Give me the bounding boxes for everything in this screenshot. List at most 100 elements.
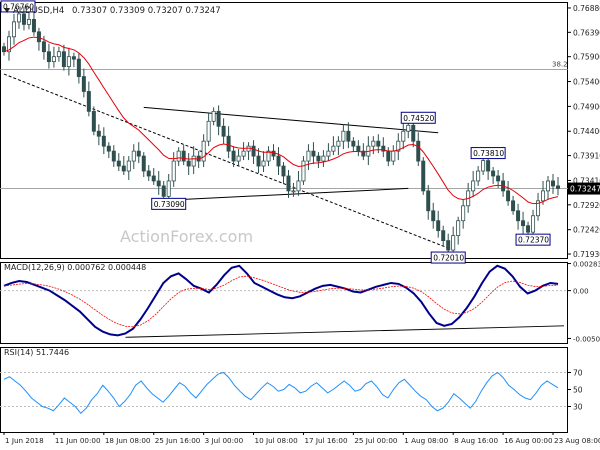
candle-body bbox=[146, 170, 151, 177]
x-tick-label: 23 Aug 08:00 bbox=[554, 436, 600, 445]
candle-body bbox=[461, 205, 466, 222]
current-price-label: 0.73247 bbox=[570, 185, 600, 194]
candle-body bbox=[421, 160, 426, 192]
candle-body bbox=[181, 150, 186, 162]
candle-body bbox=[121, 165, 126, 172]
price-y-tick-label: 0.76880 bbox=[573, 4, 600, 13]
candle-body bbox=[411, 124, 416, 142]
candle-body bbox=[306, 150, 311, 162]
candle-body bbox=[496, 175, 501, 182]
x-tick-label: 25 Jun 16:00 bbox=[155, 436, 201, 445]
symbol-label: AUDUSD,H4 bbox=[13, 6, 64, 16]
price-y-tick-label: 0.74400 bbox=[573, 127, 600, 136]
candle-body bbox=[161, 185, 166, 197]
macd-y-tick-label: 0.002839 bbox=[573, 261, 600, 269]
rsi-y-tick-label: 50 bbox=[573, 386, 583, 395]
candle-body bbox=[331, 145, 336, 152]
x-tick-label: 11 Jun 00:00 bbox=[55, 436, 101, 445]
x-tick-label: 8 Aug 16:00 bbox=[454, 436, 498, 445]
candle-body bbox=[226, 135, 231, 152]
candle-body bbox=[511, 200, 516, 212]
candle-body bbox=[66, 56, 71, 68]
rsi-y-tick-label: 70 bbox=[573, 369, 583, 378]
candle-body bbox=[341, 130, 346, 142]
candle-body bbox=[36, 31, 41, 43]
candle-body bbox=[416, 140, 421, 162]
candle-body bbox=[256, 155, 261, 167]
candle-body bbox=[301, 160, 306, 182]
candle-body bbox=[71, 56, 76, 60]
candle-body bbox=[251, 145, 256, 157]
candle-body bbox=[46, 51, 51, 63]
candle-body bbox=[471, 180, 476, 192]
candle-body bbox=[186, 160, 191, 167]
candle-body bbox=[271, 150, 276, 157]
candle-body bbox=[531, 215, 536, 233]
candle-body bbox=[491, 170, 496, 177]
candle-body bbox=[486, 160, 491, 172]
price-y-tick-label: 0.76390 bbox=[573, 28, 600, 37]
candle-body bbox=[516, 210, 521, 222]
candle-body bbox=[451, 235, 456, 251]
price-y-tick-label: 0.72920 bbox=[573, 201, 600, 210]
candle-body bbox=[176, 150, 181, 162]
candle-body bbox=[321, 155, 326, 162]
candle-body bbox=[126, 160, 131, 172]
candle-body bbox=[521, 220, 526, 227]
candle-body bbox=[286, 175, 291, 192]
candle-body bbox=[481, 160, 486, 172]
candle-body bbox=[221, 125, 226, 137]
price-annotation-label: 0.72010 bbox=[433, 254, 464, 263]
price-y-tick-label: 0.74900 bbox=[573, 102, 600, 111]
candle-body bbox=[436, 220, 441, 232]
candle-body bbox=[401, 130, 406, 142]
candle-body bbox=[206, 120, 211, 142]
chart-header: AUDUSD,H4 0.73307 0.73309 0.73207 0.7324… bbox=[4, 6, 221, 16]
candle-body bbox=[106, 145, 111, 152]
x-tick-label: 10 Jul 08:00 bbox=[255, 436, 299, 445]
candle-body bbox=[261, 160, 266, 167]
candle-body bbox=[391, 150, 396, 162]
candle-body bbox=[96, 130, 101, 137]
candle-body bbox=[551, 180, 556, 187]
candle-body bbox=[431, 210, 436, 222]
rsi-y-tick-label: 30 bbox=[573, 403, 583, 412]
candle-body bbox=[291, 190, 296, 193]
candle-body bbox=[141, 155, 146, 172]
candle-body bbox=[76, 58, 81, 77]
x-tick-label: 1 Jun 2018 bbox=[5, 436, 44, 445]
panel-frame bbox=[0, 2, 568, 259]
candle-body bbox=[136, 150, 141, 157]
price-annotation-label: 0.73810 bbox=[473, 149, 504, 158]
watermark: ActionForex.com bbox=[120, 227, 253, 246]
candle-body bbox=[336, 140, 341, 147]
candle-body bbox=[311, 150, 316, 157]
candle-body bbox=[351, 140, 356, 147]
candle-body bbox=[171, 160, 176, 182]
price-y-tick-label: 0.72420 bbox=[573, 226, 600, 235]
x-tick-label: 16 Aug 00:00 bbox=[504, 436, 553, 445]
forex-chart: 38.20.767600.730900.745200.738100.723700… bbox=[0, 0, 600, 445]
macd-label: MACD(12,26,9) 0.000762 0.000448 bbox=[4, 263, 146, 272]
candle-body bbox=[371, 140, 376, 147]
candle-body bbox=[241, 150, 246, 157]
candle-body bbox=[231, 150, 236, 162]
candle-body bbox=[191, 155, 196, 167]
candle-body bbox=[11, 21, 16, 38]
price-y-tick-label: 0.75900 bbox=[573, 53, 600, 62]
candle-body bbox=[526, 225, 531, 233]
candle-body bbox=[376, 140, 381, 147]
panel-frames bbox=[0, 2, 568, 433]
candle-body bbox=[56, 51, 61, 58]
x-tick-label: 3 Jul 00:00 bbox=[205, 436, 244, 445]
candle-body bbox=[386, 150, 391, 162]
macd-y-tick-label: -0.005021 bbox=[573, 335, 600, 343]
candle-body bbox=[91, 110, 96, 132]
candle-body bbox=[26, 18, 31, 25]
candle-body bbox=[41, 41, 46, 53]
candle-body bbox=[541, 190, 546, 202]
candle-body bbox=[281, 165, 286, 177]
fib-38-label: 38.2 bbox=[552, 61, 568, 69]
macd-y-tick-label: 0.00 bbox=[573, 288, 589, 296]
candle-body bbox=[31, 18, 36, 33]
